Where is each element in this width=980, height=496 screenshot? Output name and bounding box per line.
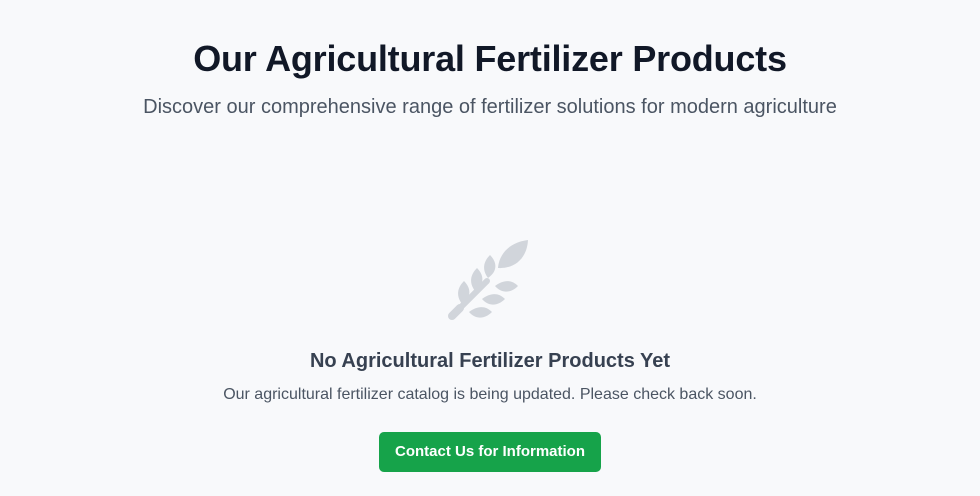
contact-us-button[interactable]: Contact Us for Information	[379, 432, 601, 472]
empty-state-message: Our agricultural fertilizer catalog is b…	[223, 386, 757, 403]
page-subtitle: Discover our comprehensive range of fert…	[143, 96, 837, 118]
empty-state-title: No Agricultural Fertilizer Products Yet	[309, 350, 671, 372]
page-title: Our Agricultural Fertilizer Products	[193, 38, 787, 79]
products-page: Our Agricultural Fertilizer Products Dis…	[0, 0, 980, 496]
empty-state: No Agricultural Fertilizer Products Yet …	[0, 234, 980, 472]
wheat-icon	[448, 240, 528, 320]
page-header: Our Agricultural Fertilizer Products Dis…	[0, 0, 980, 120]
